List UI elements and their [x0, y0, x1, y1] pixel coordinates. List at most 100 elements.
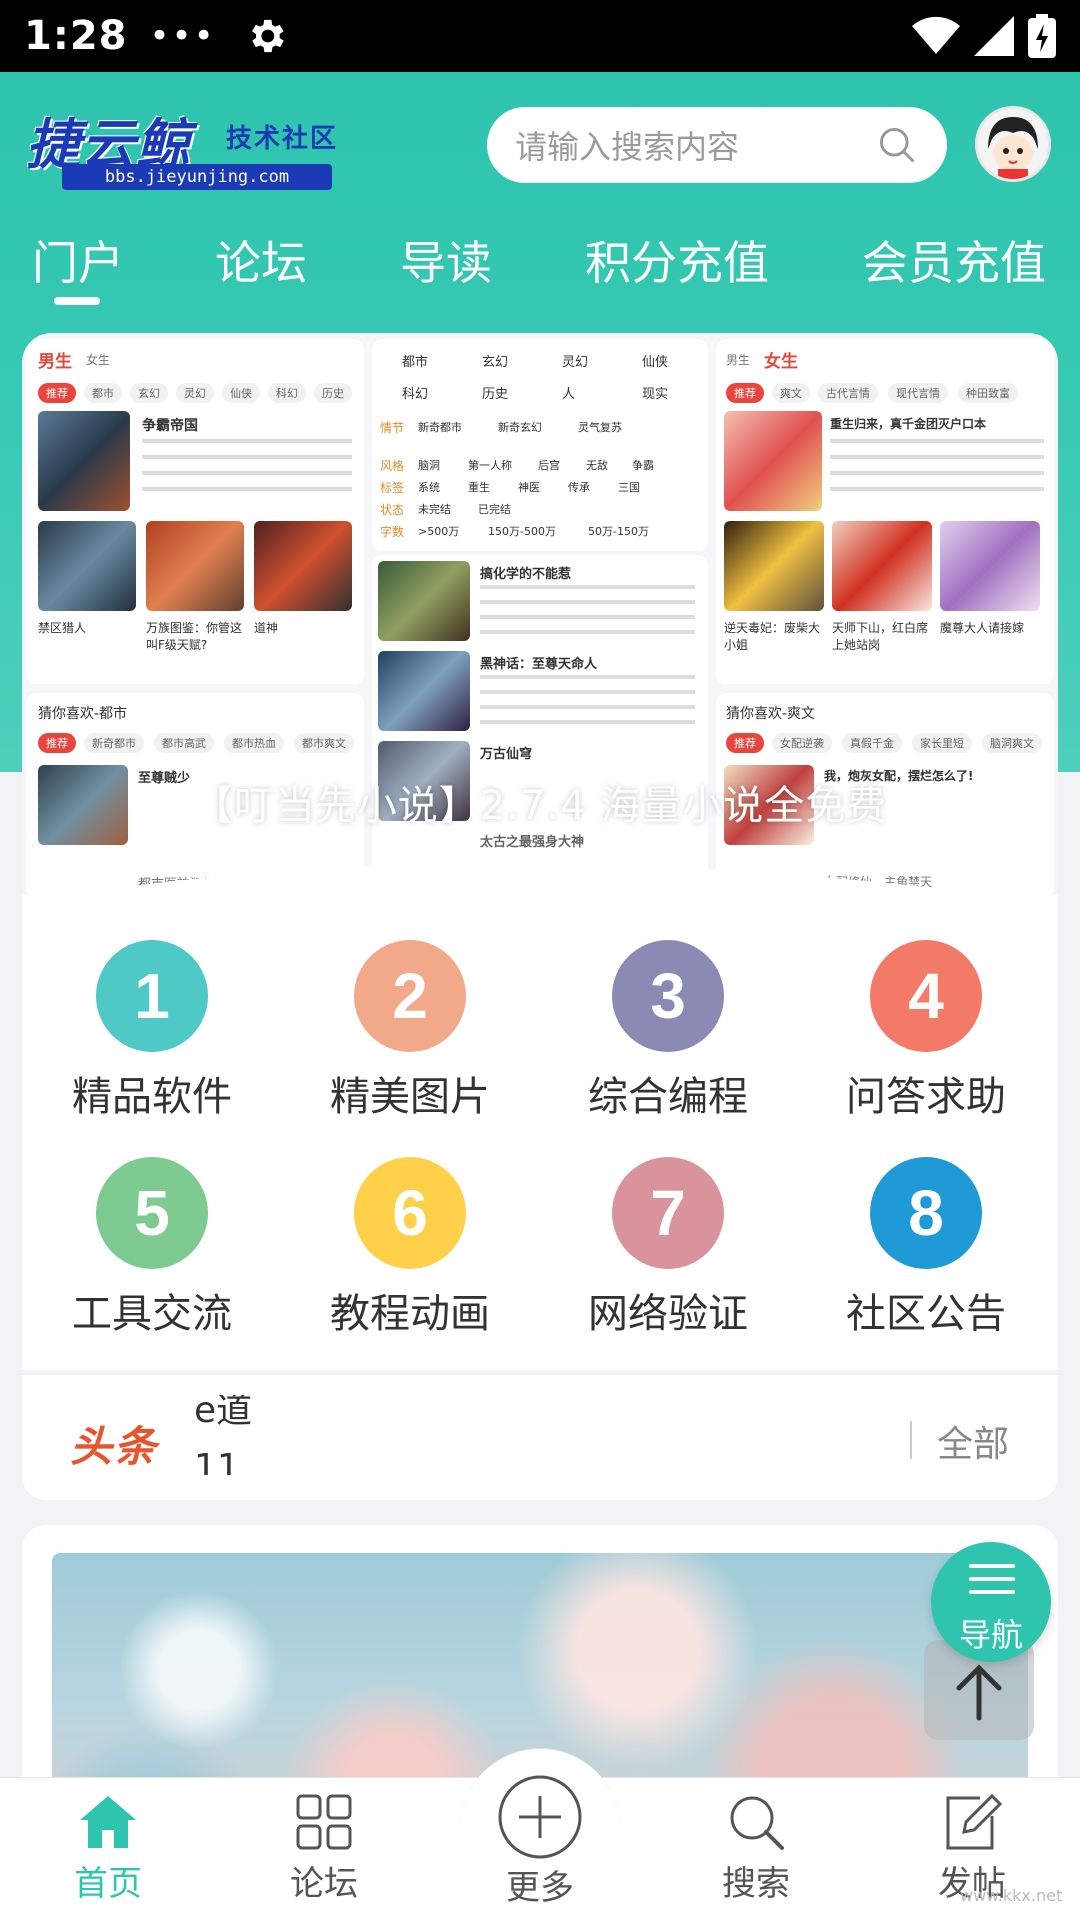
- chip: 玄幻: [130, 383, 168, 403]
- chip: 科幻: [268, 383, 306, 403]
- chip: 推荐: [38, 733, 76, 753]
- category-label: 社区公告: [846, 1291, 1006, 1337]
- left-top-card: 男生 女生 推荐 都市 玄幻 灵幻 仙侠 科幻 历史 争霸帝国 禁区猎人 万族图…: [26, 339, 364, 684]
- left-tab-female: 女生: [86, 353, 111, 367]
- tabbar-label: 搜索: [722, 1864, 790, 1904]
- filter-value: 重生: [468, 481, 490, 494]
- tabbar-item-home[interactable]: 首页: [28, 1792, 188, 1905]
- filter-label: 状态: [380, 503, 405, 517]
- book-desc: [480, 585, 695, 635]
- banner-wave: [51, 862, 1021, 898]
- promo-banner[interactable]: 男生 女生 推荐 都市 玄幻 灵幻 仙侠 科幻 历史 争霸帝国 禁区猎人 万族图…: [22, 333, 1058, 898]
- category-label: 综合编程: [588, 1074, 748, 1120]
- book-title: 道神: [254, 621, 279, 635]
- nav-tabs: 门户 论坛 导读 积分充值 会员充值: [0, 227, 1080, 317]
- chip: 女配逆袭: [772, 733, 832, 753]
- book-cover: [254, 521, 352, 611]
- filter-label: 情节: [380, 421, 405, 435]
- book-desc: [480, 675, 695, 725]
- category-item[interactable]: 5 工具交流: [42, 1157, 262, 1339]
- tab-guide[interactable]: 导读: [400, 227, 492, 293]
- status-time: 1:28: [24, 13, 128, 59]
- nav-fab-label: 导航: [958, 1616, 1023, 1654]
- view-all-link[interactable]: 全部: [937, 1415, 1009, 1467]
- chip: 爽文: [772, 383, 810, 403]
- category-item[interactable]: 7 网络验证: [558, 1157, 778, 1339]
- chip: 都市: [84, 383, 122, 403]
- avatar[interactable]: [975, 106, 1051, 182]
- tab-vip-recharge[interactable]: 会员充值: [862, 227, 1046, 293]
- chip: 灵幻: [176, 383, 214, 403]
- watermark: www.kkx.net: [960, 1886, 1063, 1905]
- genre: 人: [562, 387, 576, 402]
- headline-bar[interactable]: 头条 e道 11 全部: [22, 1373, 1058, 1500]
- filter-value: 神医: [518, 481, 540, 494]
- banner-caption: 【叮当先小说】2.7.4 海量小说全免费: [192, 783, 888, 829]
- genre: 现实: [642, 387, 669, 402]
- tabbar-item-more[interactable]: 更多: [460, 1774, 620, 1909]
- edit-icon: [946, 1793, 1003, 1850]
- chip: 家长里短: [912, 733, 972, 753]
- chip: 古代言情: [818, 383, 878, 403]
- chip: 现代言情: [888, 383, 948, 403]
- headline-tag: 头条: [70, 1422, 159, 1471]
- chip: 推荐: [726, 383, 764, 403]
- category-item[interactable]: 8 社区公告: [816, 1157, 1036, 1339]
- book-title: 万古仙穹: [480, 747, 533, 762]
- book-cover: [724, 411, 822, 511]
- book-cover: [378, 651, 470, 731]
- genre: 仙侠: [642, 355, 669, 370]
- filter-value: 第一人称: [468, 459, 512, 472]
- wifi-icon: [912, 16, 960, 54]
- category-item[interactable]: 3 综合编程: [558, 940, 778, 1122]
- nav-fab-button[interactable]: 导航: [931, 1542, 1051, 1662]
- chip: 新奇都市: [84, 733, 144, 753]
- home-icon: [80, 1796, 136, 1848]
- category-item[interactable]: 1 精品软件: [42, 940, 262, 1122]
- right-tab-male: 男生: [726, 353, 751, 367]
- featured-book-title: 争霸帝国: [142, 418, 198, 434]
- book-title: 黑神话：至尊天命人: [480, 657, 598, 672]
- book-title: 万族图鉴：你管这叫F级天赋?: [146, 621, 243, 652]
- search-icon: [730, 1796, 784, 1850]
- cell-signal-icon: [974, 16, 1014, 56]
- section-title: 猜你喜欢-都市: [38, 706, 128, 722]
- headline-line: 11: [194, 1447, 240, 1475]
- tab-forum[interactable]: 论坛: [215, 227, 307, 293]
- left-tab-male: 男生: [38, 352, 72, 372]
- category-number-badge: 7: [612, 1157, 724, 1269]
- book-title: 天师下山，红白席上她站岗: [832, 621, 929, 652]
- headline-ticker[interactable]: e道 11: [194, 1395, 754, 1475]
- category-label: 工具交流: [72, 1291, 232, 1337]
- tabbar-item-forum[interactable]: 论坛: [244, 1792, 404, 1905]
- chip: 推荐: [38, 383, 76, 403]
- tabbar-label: 更多: [506, 1868, 574, 1908]
- overflow-dots: •••: [149, 16, 216, 56]
- category-item[interactable]: 4 问答求助: [816, 940, 1036, 1122]
- category-number-badge: 3: [612, 940, 724, 1052]
- tab-portal[interactable]: 门户: [32, 227, 124, 293]
- category-item[interactable]: 6 教程动画: [300, 1157, 520, 1339]
- filter-label: 风格: [380, 459, 405, 473]
- category-label: 精美图片: [330, 1074, 490, 1120]
- featured-book-title: 重生归来，真千金团灭户口本: [830, 417, 987, 431]
- genre: 历史: [482, 387, 509, 402]
- book-cover: [832, 521, 932, 611]
- category-number-badge: 4: [870, 940, 982, 1052]
- book-title: 逆天毒妃：废柴大小姐: [724, 621, 821, 652]
- divider: [910, 1421, 912, 1459]
- tabbar-item-search[interactable]: 搜索: [676, 1792, 836, 1905]
- category-label: 网络验证: [588, 1291, 748, 1337]
- avatar-cartoon-icon: [978, 109, 1048, 179]
- filter-value: 150万-500万: [488, 525, 556, 538]
- tab-points-recharge[interactable]: 积分充值: [585, 227, 769, 293]
- right-tab-female: 女生: [764, 352, 798, 372]
- search-input[interactable]: 请输入搜索内容: [487, 107, 947, 183]
- search-icon[interactable]: [875, 123, 919, 167]
- section-title: 猜你喜欢-爽文: [726, 706, 816, 722]
- site-logo[interactable]: 捷云鲸 技术社区 bbs.jieyunjing.com: [26, 100, 356, 190]
- book-cover: [146, 521, 244, 611]
- gear-icon: [251, 19, 284, 53]
- category-item[interactable]: 2 精美图片: [300, 940, 520, 1122]
- filter-value: 未完结: [418, 503, 451, 516]
